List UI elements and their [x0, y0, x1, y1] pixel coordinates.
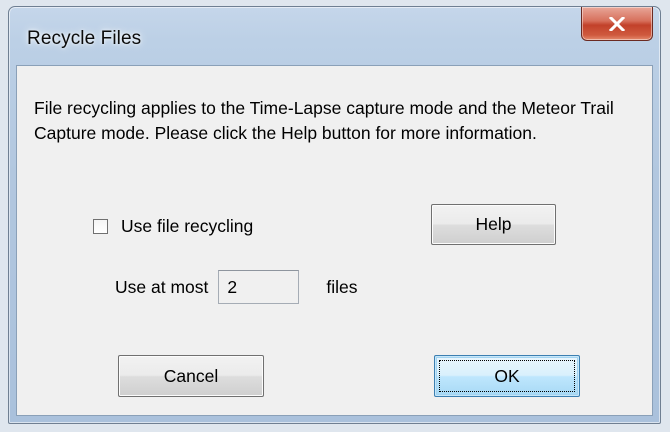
recycle-files-window: Recycle Files File recycling applies to …	[8, 6, 661, 424]
max-files-row: Use at most files	[115, 270, 358, 304]
ok-button[interactable]: OK	[434, 355, 580, 397]
window-title: Recycle Files	[27, 28, 142, 49]
use-at-most-label: Use at most	[115, 276, 209, 297]
max-files-input[interactable]	[218, 270, 300, 304]
close-icon	[609, 16, 625, 31]
use-file-recycling-option[interactable]: Use file recycling	[93, 215, 253, 237]
title-bar[interactable]: Recycle Files	[9, 7, 660, 65]
help-button[interactable]: Help	[431, 204, 556, 245]
files-label: files	[326, 276, 358, 297]
close-button[interactable]	[581, 7, 653, 41]
dialog-client-area: File recycling applies to the Time-Lapse…	[16, 65, 653, 416]
description-text: File recycling applies to the Time-Lapse…	[34, 98, 614, 143]
use-file-recycling-label[interactable]: Use file recycling	[121, 216, 253, 237]
use-file-recycling-checkbox[interactable]	[93, 218, 108, 234]
cancel-button[interactable]: Cancel	[118, 355, 264, 397]
ok-button-label: OK	[494, 365, 520, 386]
